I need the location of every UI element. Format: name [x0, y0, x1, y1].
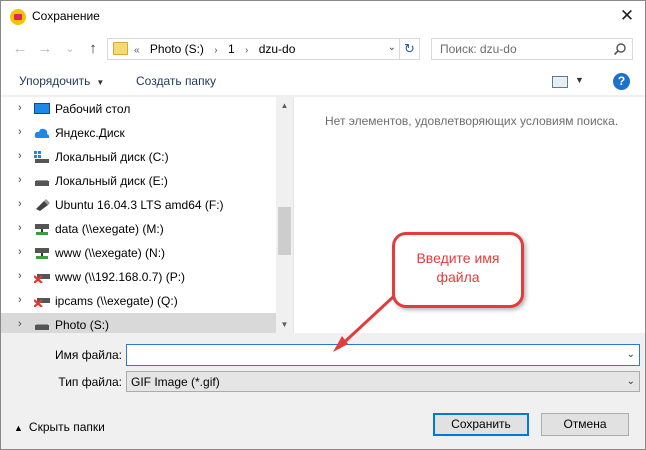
- cloud-icon: [34, 128, 50, 138]
- organize-menu[interactable]: Упорядочить ▼: [19, 74, 104, 88]
- breadcrumb-overflow[interactable]: «: [134, 45, 140, 56]
- help-icon[interactable]: ?: [613, 73, 630, 90]
- save-button[interactable]: Сохранить: [433, 413, 529, 436]
- filename-label: Имя файла:: [55, 348, 122, 362]
- tree-item-label: Рабочий стол: [55, 102, 131, 116]
- filetype-select[interactable]: GIF Image (*.gif) ⌄: [126, 371, 640, 392]
- close-icon[interactable]: ✕: [617, 6, 637, 26]
- desktop-icon: [34, 103, 50, 114]
- tree-item-desktop[interactable]: › Рабочий стол: [1, 97, 276, 121]
- tree-item-label: Локальный диск (E:): [55, 174, 168, 188]
- chevron-down-icon[interactable]: ▼: [575, 75, 584, 85]
- forward-arrow-icon[interactable]: →: [36, 40, 54, 58]
- chevron-right-icon[interactable]: ›: [245, 45, 248, 56]
- disconnected-drive-icon: [34, 298, 50, 307]
- breadcrumb-folder-1[interactable]: 1: [228, 42, 235, 56]
- chevron-right-icon[interactable]: ›: [18, 294, 22, 306]
- tree-item-label: data (\\exegate) (M:): [55, 222, 164, 236]
- chevron-right-icon[interactable]: ›: [18, 102, 22, 114]
- usb-drive-icon: [36, 199, 50, 211]
- empty-message: Нет элементов, удовлетворяющих условиям …: [325, 114, 619, 128]
- tree-item-drive-p[interactable]: › www (\\192.168.0.7) (P:): [1, 265, 276, 289]
- tree-item-label: Локальный диск (C:): [55, 150, 169, 164]
- search-icon: [613, 43, 626, 56]
- chevron-right-icon[interactable]: ›: [18, 222, 22, 234]
- title-bar: Сохранение ✕: [1, 1, 645, 32]
- new-folder-button[interactable]: Создать папку: [136, 74, 216, 88]
- organize-label: Упорядочить: [19, 74, 91, 88]
- callout-line-1: Введите имя: [416, 250, 500, 266]
- address-bar[interactable]: « Photo (S:) › 1 › dzu-do ⌄ ↻: [107, 38, 420, 60]
- breadcrumb-drive[interactable]: Photo (S:): [150, 42, 204, 56]
- tree-item-drive-m[interactable]: › data (\\exegate) (M:): [1, 217, 276, 241]
- scroll-up-icon[interactable]: ▲: [276, 97, 293, 114]
- chevron-right-icon[interactable]: ›: [18, 198, 22, 210]
- filename-field[interactable]: [127, 345, 617, 365]
- tree-item-drive-f[interactable]: › Ubuntu 16.04.3 LTS amd64 (F:): [1, 193, 276, 217]
- tree-item-drive-s[interactable]: › Photo (S:): [1, 313, 276, 333]
- nav-pane-scrollbar[interactable]: ▲ ▼: [276, 97, 293, 333]
- tree-item-label: Photo (S:): [55, 318, 110, 332]
- cancel-button[interactable]: Отмена: [541, 413, 629, 436]
- search-input[interactable]: Поиск: dzu-do: [440, 42, 517, 56]
- refresh-icon[interactable]: ↻: [399, 39, 419, 59]
- tree-item-drive-n[interactable]: › www (\\exegate) (N:): [1, 241, 276, 265]
- breadcrumb-folder-dzu-do[interactable]: dzu-do: [259, 42, 296, 56]
- recent-locations-icon[interactable]: ⌄: [61, 40, 79, 58]
- disconnected-drive-icon: [34, 274, 50, 283]
- folder-icon: [113, 42, 128, 55]
- chevron-down-icon: ▼: [96, 78, 105, 87]
- callout-text: Введите имя файла: [395, 249, 521, 287]
- chevron-down-icon[interactable]: ⌄: [627, 349, 635, 360]
- tree-item-label: www (\\exegate) (N:): [55, 246, 166, 260]
- chevron-right-icon[interactable]: ›: [214, 45, 217, 56]
- hide-folders-label: Скрыть папки: [28, 420, 105, 434]
- chevron-down-icon[interactable]: ⌄: [627, 376, 635, 387]
- scroll-down-icon[interactable]: ▼: [276, 316, 293, 333]
- tree-item-drive-c[interactable]: › Локальный диск (C:): [1, 145, 276, 169]
- tree-item-label: Ubuntu 16.04.3 LTS amd64 (F:): [55, 198, 224, 212]
- breadcrumb: « Photo (S:) › 1 › dzu-do: [134, 42, 302, 56]
- tree-item-label: Яндекс.Диск: [55, 126, 125, 140]
- back-arrow-icon[interactable]: ←: [11, 40, 29, 58]
- chevron-right-icon[interactable]: ›: [18, 318, 22, 330]
- chevron-right-icon[interactable]: ›: [18, 126, 22, 138]
- tree-item-yandex-disk[interactable]: › Яндекс.Диск: [1, 121, 276, 145]
- chevron-right-icon[interactable]: ›: [18, 150, 22, 162]
- tree-item-drive-e[interactable]: › Локальный диск (E:): [1, 169, 276, 193]
- view-options-icon[interactable]: [552, 76, 568, 88]
- window-title: Сохранение: [32, 9, 100, 23]
- scroll-thumb[interactable]: [278, 207, 291, 255]
- caret-up-icon: ▲: [14, 423, 23, 433]
- tree-item-label: ipcams (\\exegate) (Q:): [55, 294, 178, 308]
- annotation-callout: Введите имя файла: [392, 232, 524, 308]
- tree-item-label: www (\\192.168.0.7) (P:): [55, 270, 186, 284]
- filename-combobox[interactable]: ⌄: [126, 344, 640, 366]
- hide-folders-toggle[interactable]: ▲ Скрыть папки: [14, 420, 105, 434]
- drive-icon: [35, 180, 49, 186]
- command-bar: Упорядочить ▼ Создать папку ▼ ?: [1, 66, 645, 96]
- app-icon: [10, 9, 26, 25]
- navigation-pane: › Рабочий стол › Яндекс.Диск › Локальный…: [1, 97, 293, 333]
- up-arrow-icon[interactable]: ↑: [84, 40, 102, 58]
- chevron-right-icon[interactable]: ›: [18, 246, 22, 258]
- chevron-down-icon[interactable]: ⌄: [388, 42, 396, 53]
- save-dialog: Сохранение ✕ ← → ⌄ ↑ « Photo (S:) › 1 › …: [0, 0, 646, 450]
- filetype-label: Тип файла:: [58, 375, 122, 389]
- search-box[interactable]: Поиск: dzu-do: [431, 38, 633, 60]
- network-drive-icon: [35, 224, 49, 235]
- filetype-value: GIF Image (*.gif): [131, 375, 220, 389]
- network-drive-icon: [35, 248, 49, 259]
- windows-drive-icon: [34, 151, 49, 163]
- tree-item-drive-q[interactable]: › ipcams (\\exegate) (Q:): [1, 289, 276, 313]
- chevron-right-icon[interactable]: ›: [18, 270, 22, 282]
- drive-icon: [35, 324, 49, 330]
- callout-line-2: файла: [436, 269, 480, 285]
- navigation-bar: ← → ⌄ ↑ « Photo (S:) › 1 › dzu-do ⌄ ↻ По…: [1, 32, 645, 66]
- chevron-right-icon[interactable]: ›: [18, 174, 22, 186]
